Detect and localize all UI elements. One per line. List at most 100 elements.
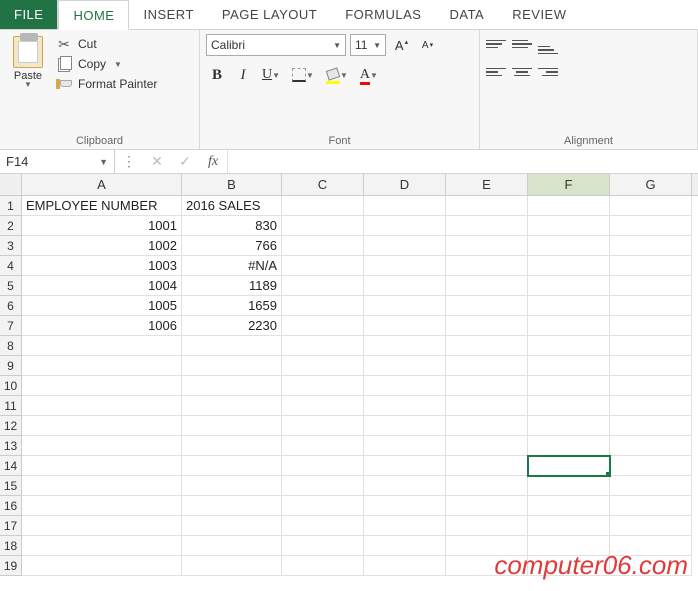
cell-B13[interactable] <box>182 436 282 456</box>
borders-button[interactable]: ▼ <box>288 64 318 86</box>
cell-F13[interactable] <box>528 436 610 456</box>
increase-font-button[interactable]: A <box>390 34 412 56</box>
cell-A18[interactable] <box>22 536 182 556</box>
column-header-G[interactable]: G <box>610 174 692 195</box>
insert-function-button[interactable]: fx <box>199 150 227 173</box>
name-box[interactable]: F14 ▼ <box>0 150 115 173</box>
cell-C4[interactable] <box>282 256 364 276</box>
cell-E10[interactable] <box>446 376 528 396</box>
row-header-3[interactable]: 3 <box>0 236 21 256</box>
cell-F16[interactable] <box>528 496 610 516</box>
cell-F4[interactable] <box>528 256 610 276</box>
underline-button[interactable]: U ▼ <box>258 64 284 86</box>
copy-button[interactable]: Copy ▼ <box>56 56 157 72</box>
cell-G16[interactable] <box>610 496 692 516</box>
align-right-button[interactable] <box>538 62 558 82</box>
cell-G10[interactable] <box>610 376 692 396</box>
column-header-F[interactable]: F <box>528 174 610 195</box>
row-header-7[interactable]: 7 <box>0 316 21 336</box>
cell-G14[interactable] <box>610 456 692 476</box>
cell-A16[interactable] <box>22 496 182 516</box>
cell-F9[interactable] <box>528 356 610 376</box>
tab-file[interactable]: FILE <box>0 0 58 29</box>
cell-F11[interactable] <box>528 396 610 416</box>
row-header-4[interactable]: 4 <box>0 256 21 276</box>
cell-E15[interactable] <box>446 476 528 496</box>
cell-A3[interactable]: 1002 <box>22 236 182 256</box>
row-header-10[interactable]: 10 <box>0 376 21 396</box>
cell-A11[interactable] <box>22 396 182 416</box>
cell-A19[interactable] <box>22 556 182 576</box>
cell-B1[interactable]: 2016 SALES <box>182 196 282 216</box>
cell-C15[interactable] <box>282 476 364 496</box>
cell-C8[interactable] <box>282 336 364 356</box>
select-all-corner[interactable] <box>0 174 22 196</box>
cell-G17[interactable] <box>610 516 692 536</box>
row-header-5[interactable]: 5 <box>0 276 21 296</box>
cell-D18[interactable] <box>364 536 446 556</box>
cell-C12[interactable] <box>282 416 364 436</box>
align-top-button[interactable] <box>486 34 506 54</box>
cell-C6[interactable] <box>282 296 364 316</box>
cell-D13[interactable] <box>364 436 446 456</box>
font-name-select[interactable]: Calibri ▼ <box>206 34 346 56</box>
row-header-19[interactable]: 19 <box>0 556 21 576</box>
cell-A12[interactable] <box>22 416 182 436</box>
cell-D16[interactable] <box>364 496 446 516</box>
cell-D7[interactable] <box>364 316 446 336</box>
cell-E1[interactable] <box>446 196 528 216</box>
cell-E6[interactable] <box>446 296 528 316</box>
cell-G3[interactable] <box>610 236 692 256</box>
cell-D14[interactable] <box>364 456 446 476</box>
chevron-down-icon[interactable]: ▼ <box>99 157 108 167</box>
tab-home[interactable]: HOME <box>58 0 129 30</box>
cell-D8[interactable] <box>364 336 446 356</box>
formula-expand-button[interactable]: ⋮ <box>115 150 143 173</box>
cell-G8[interactable] <box>610 336 692 356</box>
row-header-1[interactable]: 1 <box>0 196 21 216</box>
cell-D11[interactable] <box>364 396 446 416</box>
cell-D2[interactable] <box>364 216 446 236</box>
cell-B14[interactable] <box>182 456 282 476</box>
cell-A10[interactable] <box>22 376 182 396</box>
cell-E2[interactable] <box>446 216 528 236</box>
cell-B15[interactable] <box>182 476 282 496</box>
column-header-E[interactable]: E <box>446 174 528 195</box>
cell-C10[interactable] <box>282 376 364 396</box>
cell-G11[interactable] <box>610 396 692 416</box>
cell-C1[interactable] <box>282 196 364 216</box>
cell-G13[interactable] <box>610 436 692 456</box>
cell-A1[interactable]: EMPLOYEE NUMBER <box>22 196 182 216</box>
cell-C17[interactable] <box>282 516 364 536</box>
cell-D19[interactable] <box>364 556 446 576</box>
cell-G1[interactable] <box>610 196 692 216</box>
cell-A4[interactable]: 1003 <box>22 256 182 276</box>
row-header-11[interactable]: 11 <box>0 396 21 416</box>
cell-A13[interactable] <box>22 436 182 456</box>
cell-E16[interactable] <box>446 496 528 516</box>
tab-review[interactable]: REVIEW <box>498 0 580 29</box>
row-header-17[interactable]: 17 <box>0 516 21 536</box>
cell-B7[interactable]: 2230 <box>182 316 282 336</box>
cell-E5[interactable] <box>446 276 528 296</box>
cell-G9[interactable] <box>610 356 692 376</box>
cell-B4[interactable]: #N/A <box>182 256 282 276</box>
fill-color-button[interactable]: ▼ <box>322 64 352 86</box>
cell-E7[interactable] <box>446 316 528 336</box>
cell-E8[interactable] <box>446 336 528 356</box>
cell-E17[interactable] <box>446 516 528 536</box>
cut-button[interactable]: Cut <box>56 36 157 52</box>
cell-C16[interactable] <box>282 496 364 516</box>
align-left-button[interactable] <box>486 62 506 82</box>
cell-D10[interactable] <box>364 376 446 396</box>
cell-D9[interactable] <box>364 356 446 376</box>
cell-A6[interactable]: 1005 <box>22 296 182 316</box>
cell-A7[interactable]: 1006 <box>22 316 182 336</box>
cell-E12[interactable] <box>446 416 528 436</box>
cell-F3[interactable] <box>528 236 610 256</box>
column-header-D[interactable]: D <box>364 174 446 195</box>
cell-B9[interactable] <box>182 356 282 376</box>
cell-G5[interactable] <box>610 276 692 296</box>
cell-F6[interactable] <box>528 296 610 316</box>
cell-F17[interactable] <box>528 516 610 536</box>
